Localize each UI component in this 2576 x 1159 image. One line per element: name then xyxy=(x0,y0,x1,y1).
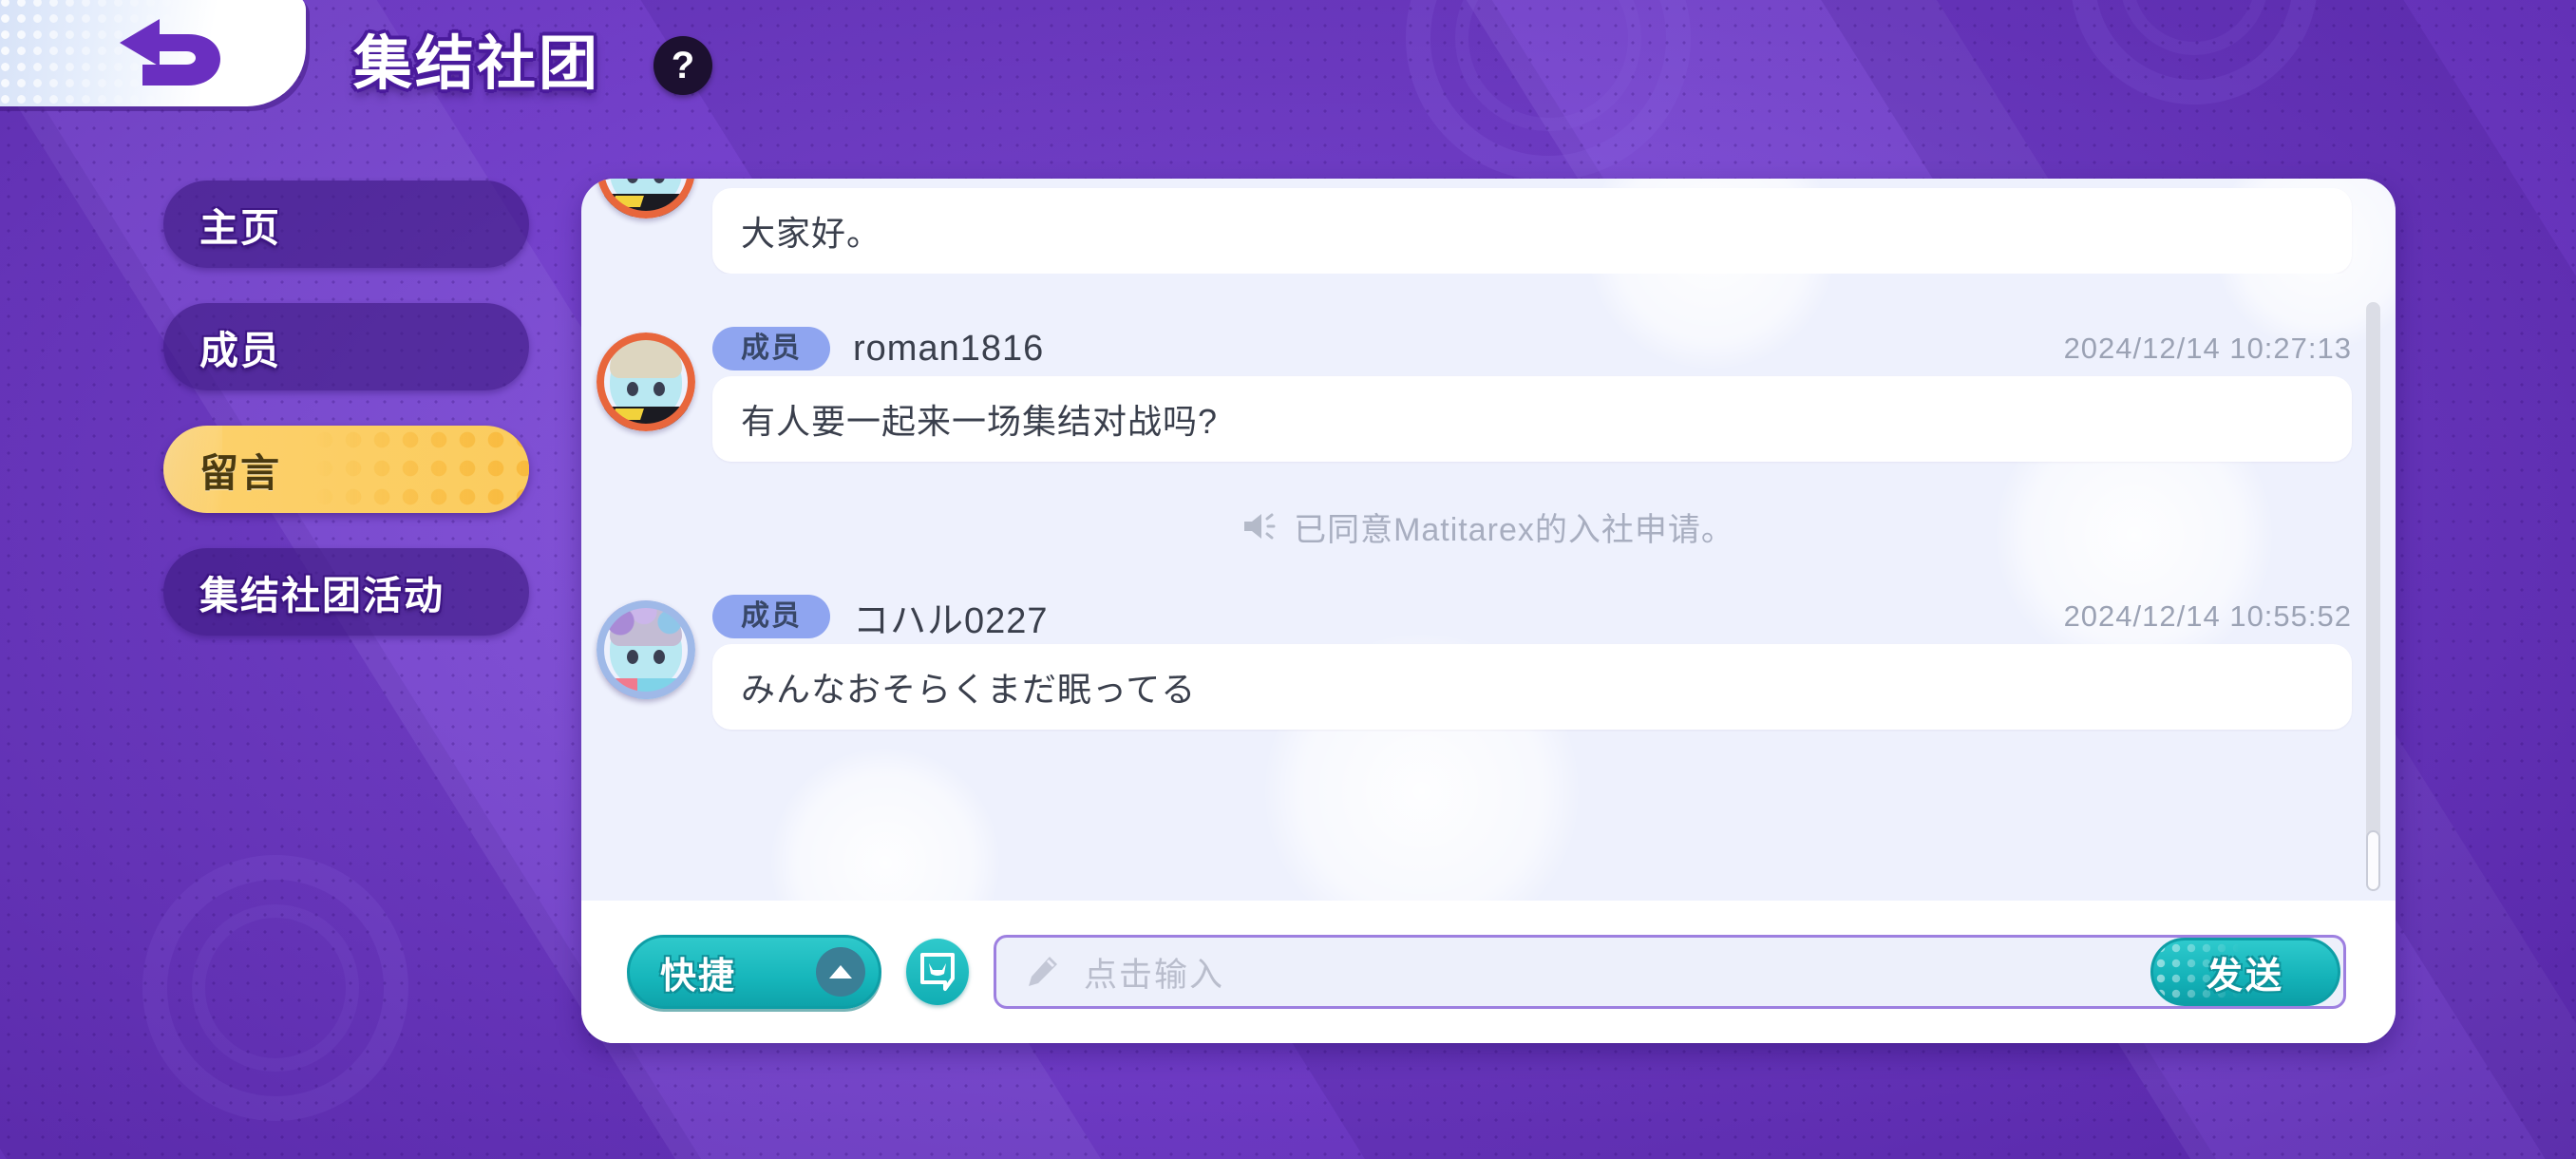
sidebar: 主页 成员 留言 集结社团活动 xyxy=(0,180,532,671)
message-input-placeholder: 点击输入 xyxy=(1084,956,1225,994)
chevron-up-icon xyxy=(816,947,865,997)
sidebar-item-club-events[interactable]: 集结社团活动 xyxy=(163,548,529,636)
message-text: 有人要一起来一场集结对战吗? xyxy=(712,376,2352,462)
avatar[interactable] xyxy=(597,179,695,218)
message-meta: 成员 roman1816 2024/12/14 10:27:13 xyxy=(712,314,2352,376)
input-bar: 快捷 点击输入 发送 xyxy=(581,901,2396,1043)
sidebar-item-label: 主页 xyxy=(199,206,281,250)
app-root: 集结社团 ? 主页 成员 留言 集结社团活动 大家好。 成员 roman1816… xyxy=(0,0,2576,1159)
sidebar-item-home[interactable]: 主页 xyxy=(163,180,529,268)
sticker-icon xyxy=(920,953,955,991)
chat-panel: 大家好。 成员 roman1816 2024/12/14 10:27:13 有人… xyxy=(581,179,2396,1043)
system-message-row: 已同意Matitarex的入社申请。 xyxy=(581,481,2396,572)
message-meta: 成员 コハル0227 2024/12/14 10:55:52 xyxy=(712,581,2352,644)
sidebar-item-label: 成员 xyxy=(199,329,281,372)
speaker-icon xyxy=(1242,511,1279,542)
message-text: 大家好。 xyxy=(712,188,2352,274)
user-name: roman1816 xyxy=(853,328,1045,369)
back-button[interactable] xyxy=(0,0,306,106)
page-title: 集结社团 xyxy=(353,31,601,97)
message-row-partial: 大家好。 xyxy=(581,179,2396,274)
avatar[interactable] xyxy=(597,332,695,431)
avatar[interactable] xyxy=(597,600,695,699)
message-row: 成员 roman1816 2024/12/14 10:27:13 有人要一起来一… xyxy=(581,314,2396,462)
back-arrow-icon xyxy=(120,19,220,86)
header: 集结社团 ? xyxy=(0,0,2576,122)
scrollbar-thumb[interactable] xyxy=(2366,830,2380,891)
selected-halftone xyxy=(311,426,529,513)
message-input[interactable]: 点击输入 发送 xyxy=(994,935,2346,1009)
sidebar-item-label: 集结社团活动 xyxy=(199,574,445,618)
quick-phrase-label: 快捷 xyxy=(660,956,737,997)
send-button[interactable]: 发送 xyxy=(2150,938,2340,1006)
message-list[interactable]: 大家好。 成员 roman1816 2024/12/14 10:27:13 有人… xyxy=(581,179,2396,901)
user-name: コハル0227 xyxy=(853,600,1049,641)
sticker-button[interactable] xyxy=(906,939,969,1005)
sidebar-item-messages[interactable]: 留言 xyxy=(163,426,529,513)
sidebar-item-label: 留言 xyxy=(199,451,281,495)
help-icon[interactable]: ? xyxy=(653,36,712,95)
timestamp: 2024/12/14 10:55:52 xyxy=(2063,599,2352,633)
message-row: 成员 コハル0227 2024/12/14 10:55:52 みんなおそらくまだ… xyxy=(581,581,2396,730)
system-message-text: 已同意Matitarex的入社申请。 xyxy=(1294,511,1734,548)
role-badge: 成员 xyxy=(712,595,830,638)
pencil-icon xyxy=(1029,957,1057,986)
role-badge: 成员 xyxy=(712,327,830,370)
timestamp: 2024/12/14 10:27:13 xyxy=(2063,332,2352,365)
sidebar-item-members[interactable]: 成员 xyxy=(163,303,529,390)
quick-phrase-button[interactable]: 快捷 xyxy=(627,935,881,1009)
send-label: 发送 xyxy=(2206,956,2284,997)
scrollbar-track[interactable] xyxy=(2366,302,2380,891)
message-text: みんなおそらくまだ眠ってる xyxy=(712,644,2352,730)
